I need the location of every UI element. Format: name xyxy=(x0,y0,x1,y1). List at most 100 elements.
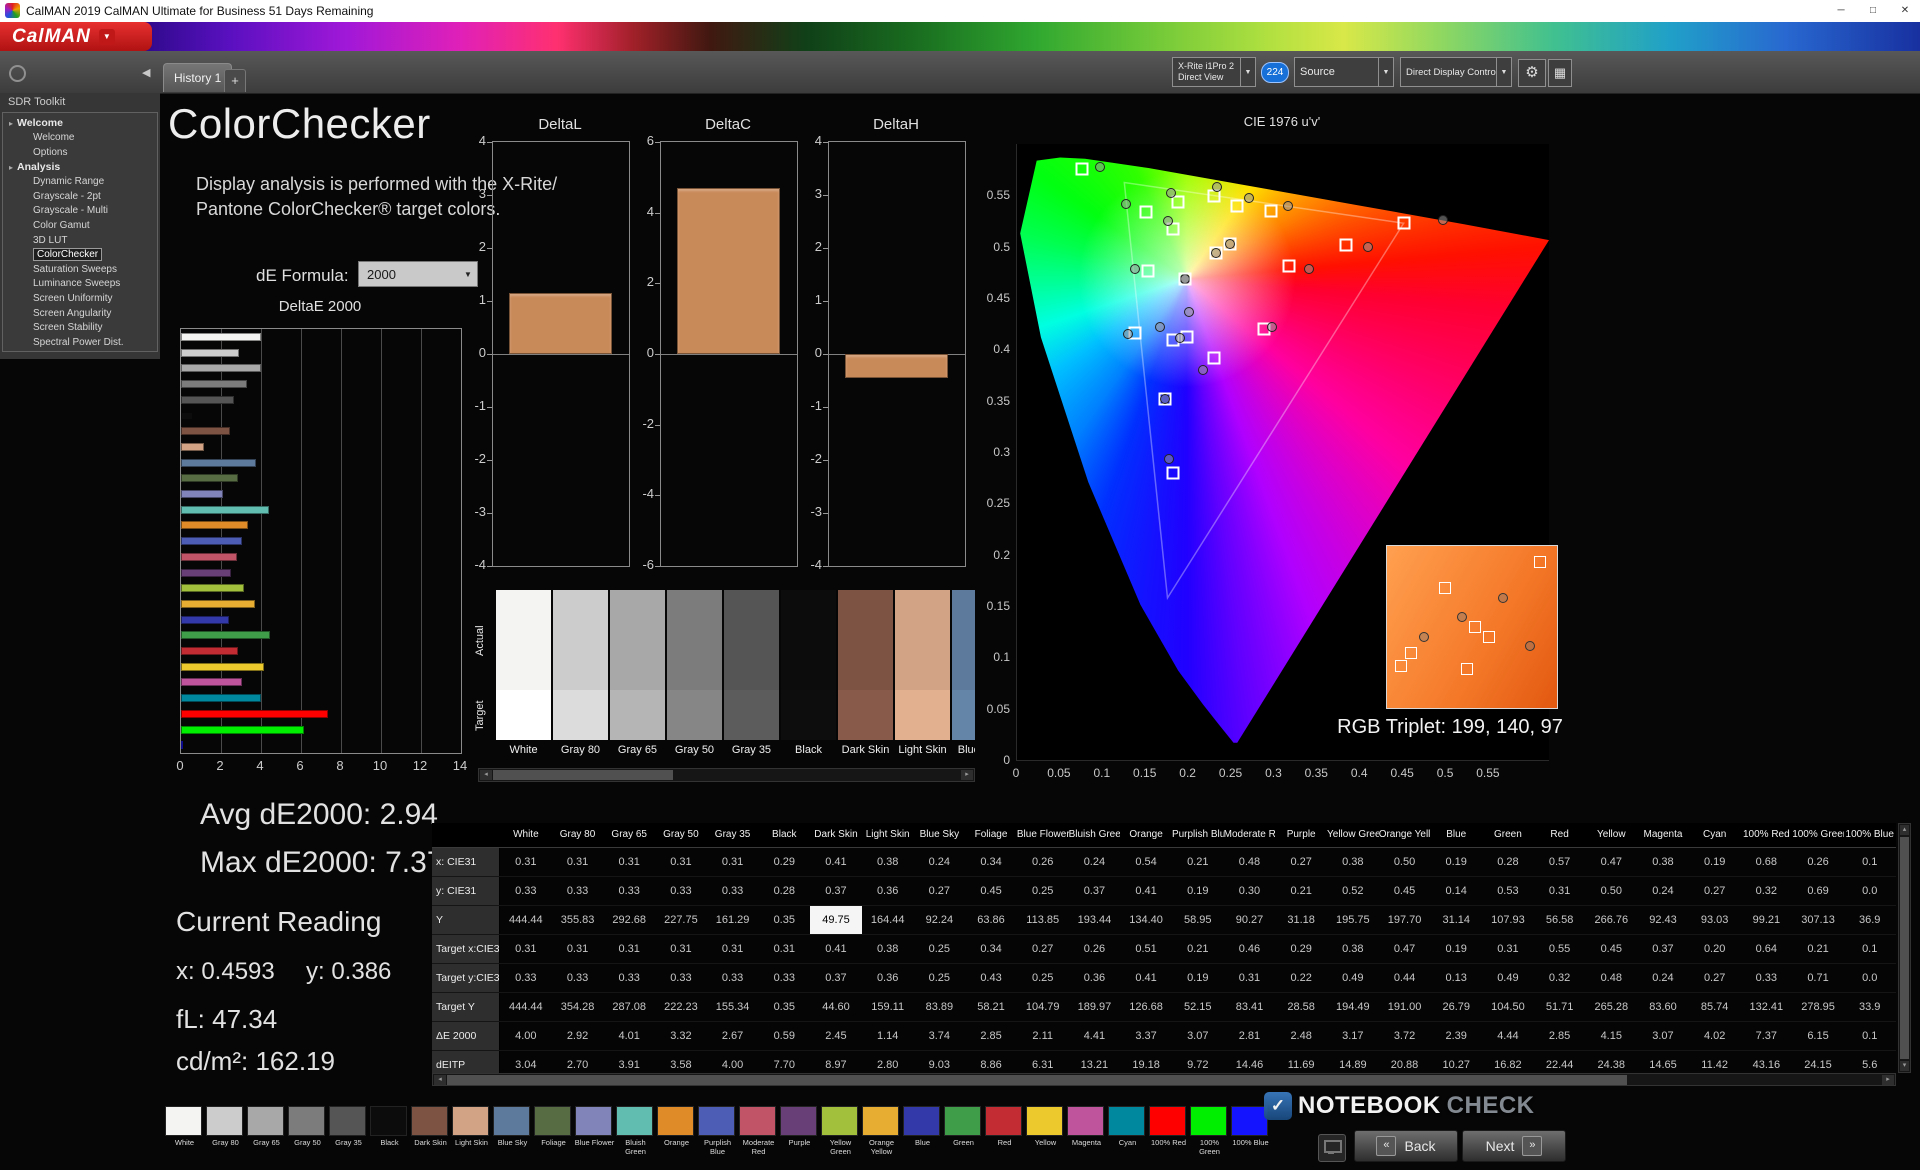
sidebar-item-grayscale-multi[interactable]: Grayscale - Multi xyxy=(3,204,157,219)
column-header-cyan[interactable]: Cyan xyxy=(1689,823,1741,847)
chevron-down-icon[interactable]: ▼ xyxy=(1496,58,1511,86)
collapse-sidebar-icon[interactable]: ◀ xyxy=(142,66,150,79)
table-cell[interactable]: 2.45 xyxy=(810,1022,862,1050)
table-cell[interactable]: 0.22 xyxy=(1275,964,1327,992)
column-header-moderate-red[interactable]: Moderate Red xyxy=(1224,823,1276,847)
table-cell[interactable]: 0.57 xyxy=(1534,848,1586,876)
table-cell[interactable]: 197.70 xyxy=(1379,906,1431,934)
table-cell[interactable]: 0.69 xyxy=(1792,877,1844,905)
table-cell[interactable]: 0.48 xyxy=(1224,848,1276,876)
sidebar-item-dynamic-range[interactable]: Dynamic Range xyxy=(3,175,157,190)
column-header-yellow[interactable]: Yellow xyxy=(1585,823,1637,847)
table-cell[interactable]: 0.32 xyxy=(1534,964,1586,992)
table-cell[interactable]: 0.19 xyxy=(1172,877,1224,905)
scrollbar-thumb[interactable] xyxy=(1900,837,1909,1059)
scrollbar-thumb[interactable] xyxy=(493,770,673,780)
table-cell[interactable]: 0.47 xyxy=(1379,935,1431,963)
table-cell[interactable]: 0.45 xyxy=(965,877,1017,905)
table-cell[interactable]: 0.25 xyxy=(914,964,966,992)
patch-swatch-gray-80[interactable]: Gray 80 xyxy=(553,590,608,762)
chevron-down-icon[interactable]: ▼ xyxy=(1240,58,1255,86)
table-cell[interactable]: 222.23 xyxy=(655,993,707,1021)
table-cell[interactable]: 0.20 xyxy=(1689,935,1741,963)
patch-button-orange[interactable]: Orange xyxy=(656,1106,697,1166)
table-cell[interactable]: 0.31 xyxy=(500,935,552,963)
layout-panels-icon[interactable]: ▦ xyxy=(1548,59,1572,87)
table-cell[interactable]: 0.14 xyxy=(1430,877,1482,905)
column-header-100-red[interactable]: 100% Red xyxy=(1741,823,1793,847)
table-cell[interactable]: 0.19 xyxy=(1689,848,1741,876)
table-cell[interactable]: 0.53 xyxy=(1482,877,1534,905)
expand-icon[interactable]: ▸ xyxy=(9,119,13,128)
table-cell[interactable]: 3.74 xyxy=(914,1022,966,1050)
table-cell[interactable]: 0.24 xyxy=(914,848,966,876)
sidebar-item-colorchecker[interactable]: ColorChecker xyxy=(3,248,157,263)
sidebar-item-grayscale-2pt[interactable]: Grayscale - 2pt xyxy=(3,190,157,205)
sidebar-section-welcome[interactable]: ▸ Welcome xyxy=(3,116,157,131)
patch-button-red[interactable]: Red xyxy=(984,1106,1025,1166)
table-cell[interactable]: 0.31 xyxy=(1482,935,1534,963)
column-header-dark-skin[interactable]: Dark Skin xyxy=(810,823,862,847)
sidebar-item-color-gamut[interactable]: Color Gamut xyxy=(3,219,157,234)
column-header-100-blue[interactable]: 100% Blue xyxy=(1844,823,1896,847)
table-cell[interactable]: 2.67 xyxy=(707,1022,759,1050)
patch-button-bluish-green[interactable]: Bluish Green xyxy=(615,1106,656,1166)
table-cell[interactable]: 0.13 xyxy=(1430,964,1482,992)
sidebar-item-screen-stability[interactable]: Screen Stability xyxy=(3,321,157,336)
table-cell[interactable]: 0.64 xyxy=(1741,935,1793,963)
patch-swatch-dark-skin[interactable]: Dark Skin xyxy=(838,590,893,762)
table-cell[interactable]: 0.24 xyxy=(1637,964,1689,992)
table-cell[interactable]: 0.0 xyxy=(1844,964,1896,992)
table-cell[interactable]: 0.32 xyxy=(1741,877,1793,905)
table-cell[interactable]: 92.43 xyxy=(1637,906,1689,934)
table-cell[interactable]: 0.33 xyxy=(707,964,759,992)
table-cell[interactable]: 2.92 xyxy=(552,1022,604,1050)
patch-button-white[interactable]: White xyxy=(164,1106,205,1166)
table-cell[interactable]: 0.34 xyxy=(965,848,1017,876)
table-cell[interactable]: 355.83 xyxy=(552,906,604,934)
table-cell[interactable]: 292.68 xyxy=(603,906,655,934)
table-cell[interactable]: 193.44 xyxy=(1069,906,1121,934)
table-cell[interactable]: 4.01 xyxy=(603,1022,655,1050)
table-cell[interactable]: 0.29 xyxy=(758,848,810,876)
table-cell[interactable]: 0.59 xyxy=(758,1022,810,1050)
table-cell[interactable]: 444.44 xyxy=(500,993,552,1021)
table-cell[interactable]: 26.79 xyxy=(1430,993,1482,1021)
patch-button-blue[interactable]: Blue xyxy=(902,1106,943,1166)
table-cell[interactable]: 0.28 xyxy=(758,877,810,905)
table-cell[interactable]: 0.19 xyxy=(1430,848,1482,876)
table-cell[interactable]: 0.38 xyxy=(1327,935,1379,963)
table-cell[interactable]: 0.1 xyxy=(1844,848,1896,876)
table-cell[interactable]: 4.00 xyxy=(500,1022,552,1050)
table-cell[interactable]: 0.31 xyxy=(1224,964,1276,992)
table-cell[interactable]: 0.41 xyxy=(810,848,862,876)
scroll-down-icon[interactable]: ▾ xyxy=(1900,1061,1909,1071)
patch-swatch-white[interactable]: White xyxy=(496,590,551,762)
table-cell[interactable]: 0.27 xyxy=(1017,935,1069,963)
table-cell[interactable]: 31.14 xyxy=(1430,906,1482,934)
patch-swatch-light-skin[interactable]: Light Skin xyxy=(895,590,950,762)
back-button[interactable]: « Back xyxy=(1354,1130,1458,1162)
table-cell[interactable]: 0.35 xyxy=(758,993,810,1021)
display-control-dropdown[interactable]: Direct Display Control ▼ xyxy=(1400,57,1512,87)
table-cell[interactable]: 83.60 xyxy=(1637,993,1689,1021)
table-cell[interactable]: 0.38 xyxy=(1327,848,1379,876)
table-cell[interactable]: 0.41 xyxy=(1120,964,1172,992)
de-formula-dropdown[interactable]: 2000 ▼ xyxy=(358,261,478,287)
table-cell[interactable]: 0.47 xyxy=(1585,848,1637,876)
table-cell[interactable]: 0.37 xyxy=(1069,877,1121,905)
session-icon[interactable] xyxy=(9,65,26,82)
table-cell[interactable]: 4.44 xyxy=(1482,1022,1534,1050)
table-cell[interactable]: 126.68 xyxy=(1120,993,1172,1021)
table-cell[interactable]: 104.50 xyxy=(1482,993,1534,1021)
logo-menu-caret-icon[interactable]: ▼ xyxy=(98,28,115,45)
scrollbar-thumb[interactable] xyxy=(447,1075,1627,1085)
table-cell[interactable]: 0.27 xyxy=(1689,877,1741,905)
table-cell[interactable]: 0.33 xyxy=(603,877,655,905)
display-icon[interactable] xyxy=(1318,1134,1346,1162)
table-cell[interactable]: 155.34 xyxy=(707,993,759,1021)
table-cell[interactable]: 0.45 xyxy=(1379,877,1431,905)
patch-swatch-black[interactable]: Black xyxy=(781,590,836,762)
patch-button-orange-yellow[interactable]: Orange Yellow xyxy=(861,1106,902,1166)
table-cell[interactable]: 0.25 xyxy=(1017,877,1069,905)
